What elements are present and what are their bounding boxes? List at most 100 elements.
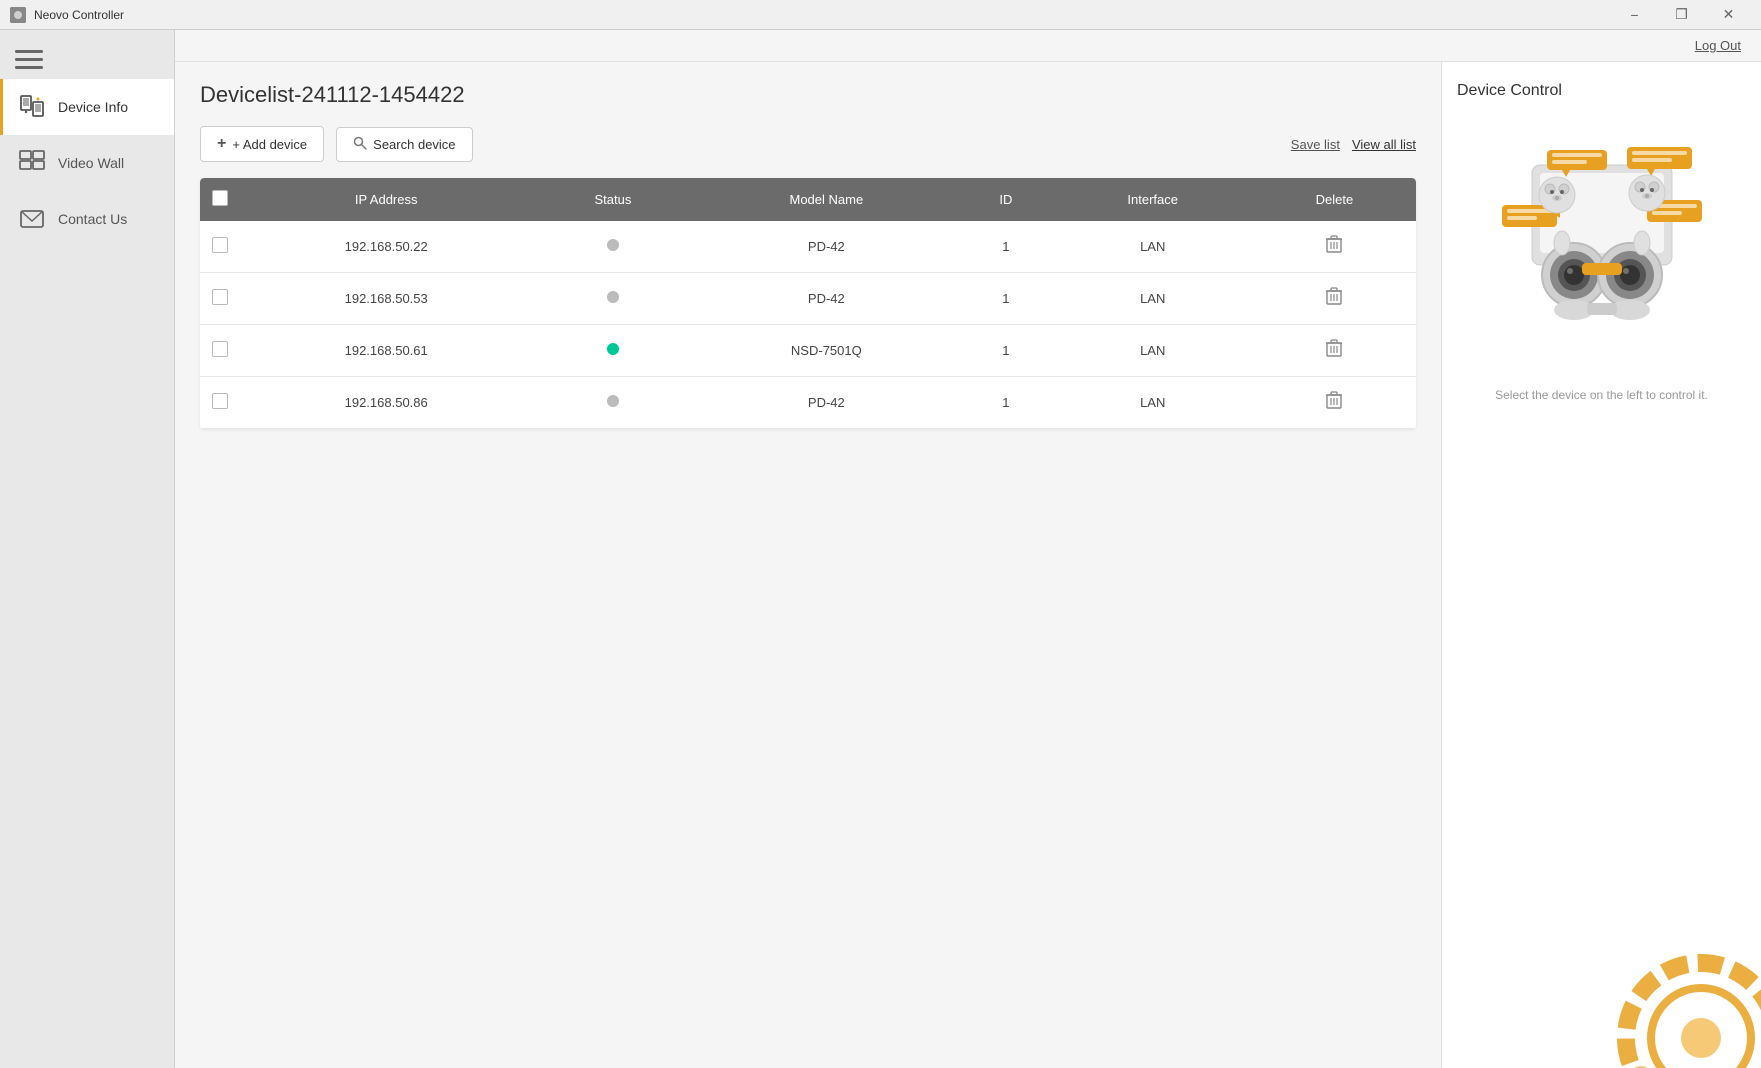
table-row: 192.168.50.86 PD-42 1 LAN (200, 377, 1416, 429)
delete-button-3[interactable] (1320, 389, 1348, 416)
content-area: Devicelist-241112-1454422 + + Add device… (175, 62, 1761, 1068)
row-device-id: 1 (959, 221, 1053, 273)
add-device-button[interactable]: + + Add device (200, 126, 324, 162)
table-row: 192.168.50.22 PD-42 1 LAN (200, 221, 1416, 273)
search-device-button[interactable]: Search device (336, 127, 472, 162)
row-model: NSD-7501Q (694, 325, 960, 377)
status-indicator (607, 395, 619, 407)
header-status: Status (532, 178, 693, 221)
status-indicator (607, 291, 619, 303)
row-ip: 192.168.50.86 (240, 377, 532, 429)
row-ip: 192.168.50.61 (240, 325, 532, 377)
delete-button-2[interactable] (1320, 337, 1348, 364)
window-controls: − ❐ ✕ (1612, 0, 1751, 30)
control-hint: Select the device on the left to control… (1495, 388, 1708, 402)
row-ip: 192.168.50.53 (240, 273, 532, 325)
row-delete-cell (1253, 377, 1416, 429)
save-list-button[interactable]: Save list (1291, 137, 1340, 152)
illustration-container (1457, 120, 1746, 370)
trash-icon (1326, 391, 1342, 409)
row-status (532, 273, 693, 325)
row-interface: LAN (1053, 221, 1253, 273)
search-device-label: Search device (373, 137, 455, 152)
title-bar: Neovo Controller − ❐ ✕ (0, 0, 1761, 30)
device-panel: Devicelist-241112-1454422 + + Add device… (175, 62, 1441, 1068)
search-icon (353, 136, 367, 153)
minimize-button[interactable]: − (1612, 0, 1657, 30)
row-checkbox-cell (200, 325, 240, 377)
row-delete-cell (1253, 221, 1416, 273)
device-info-label: Device Info (58, 99, 128, 115)
sidebar: Device Info Video Wall Contact Us (0, 30, 175, 1068)
row-interface: LAN (1053, 273, 1253, 325)
top-bar: Log Out (175, 30, 1761, 62)
header-ip: IP Address (240, 178, 532, 221)
table-row: 192.168.50.53 PD-42 1 LAN (200, 273, 1416, 325)
row-ip: 192.168.50.22 (240, 221, 532, 273)
row-delete-cell (1253, 325, 1416, 377)
app-icon (10, 7, 26, 23)
trash-icon (1326, 339, 1342, 357)
close-button[interactable]: ✕ (1706, 0, 1751, 30)
row-interface: LAN (1053, 377, 1253, 429)
hamburger-line-2 (15, 58, 43, 61)
row-checkbox-cell (200, 221, 240, 273)
toolbar-right: Save list View all list (1291, 137, 1416, 152)
select-all-checkbox[interactable] (212, 190, 228, 206)
contact-us-label: Contact Us (58, 211, 127, 227)
trash-icon (1326, 235, 1342, 253)
device-list-title: Devicelist-241112-1454422 (200, 82, 1416, 108)
logout-button[interactable]: Log Out (1695, 38, 1741, 53)
sidebar-item-video-wall[interactable]: Video Wall (0, 135, 174, 191)
device-table-wrapper: IP Address Status Model Name ID Interfac… (200, 178, 1416, 429)
header-delete: Delete (1253, 178, 1416, 221)
row-device-id: 1 (959, 325, 1053, 377)
control-panel: Device Control (1441, 62, 1761, 1068)
table-row: 192.168.50.61 NSD-7501Q 1 LAN (200, 325, 1416, 377)
app-container: Device Info Video Wall Contact Us (0, 30, 1761, 1068)
header-model: Model Name (694, 178, 960, 221)
status-indicator (607, 239, 619, 251)
status-indicator (607, 343, 619, 355)
sidebar-item-device-info[interactable]: Device Info (0, 79, 174, 135)
add-device-label: + Add device (232, 137, 307, 152)
control-panel-title: Device Control (1457, 82, 1562, 100)
app-title: Neovo Controller (34, 8, 124, 22)
row-checkbox-0[interactable] (212, 237, 228, 253)
row-checkbox-2[interactable] (212, 341, 228, 357)
row-status (532, 377, 693, 429)
row-checkbox-1[interactable] (212, 289, 228, 305)
contact-icon (18, 205, 46, 233)
restore-button[interactable]: ❐ (1659, 0, 1704, 30)
row-status (532, 221, 693, 273)
plus-icon: + (217, 135, 226, 153)
title-bar-left: Neovo Controller (10, 7, 124, 23)
gear-decoration (1601, 908, 1761, 1068)
main-content: Log Out Devicelist-241112-1454422 + + Ad… (175, 30, 1761, 1068)
header-checkbox (200, 178, 240, 221)
row-model: PD-42 (694, 273, 960, 325)
toolbar: + + Add device Search device Save list V… (200, 126, 1416, 162)
row-model: PD-42 (694, 377, 960, 429)
delete-button-1[interactable] (1320, 285, 1348, 312)
row-device-id: 1 (959, 377, 1053, 429)
header-interface: Interface (1053, 178, 1253, 221)
device-table: IP Address Status Model Name ID Interfac… (200, 178, 1416, 429)
row-status (532, 325, 693, 377)
header-id: ID (959, 178, 1053, 221)
delete-button-0[interactable] (1320, 233, 1348, 260)
trash-icon (1326, 287, 1342, 305)
row-interface: LAN (1053, 325, 1253, 377)
table-header-row: IP Address Status Model Name ID Interfac… (200, 178, 1416, 221)
control-illustration (1492, 135, 1712, 355)
row-checkbox-cell (200, 377, 240, 429)
hamburger-line-1 (15, 50, 43, 53)
row-checkbox-3[interactable] (212, 393, 228, 409)
hamburger-menu[interactable] (0, 30, 174, 79)
hamburger-line-3 (15, 66, 43, 69)
video-wall-label: Video Wall (58, 155, 124, 171)
sidebar-item-contact-us[interactable]: Contact Us (0, 191, 174, 247)
view-all-list-button[interactable]: View all list (1352, 137, 1416, 152)
row-device-id: 1 (959, 273, 1053, 325)
row-delete-cell (1253, 273, 1416, 325)
